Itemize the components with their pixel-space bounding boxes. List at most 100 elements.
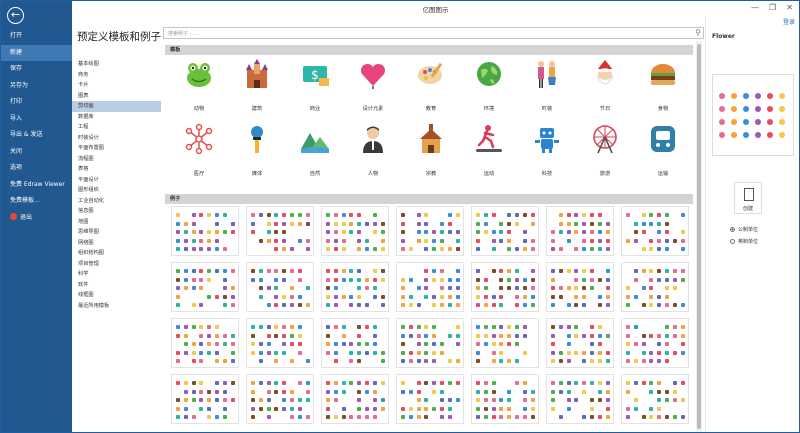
sidebar-item[interactable]: 关闭 — [1, 144, 72, 161]
sidebar-item[interactable]: 选项 — [1, 160, 72, 177]
imperial-unit-radio[interactable]: 英制单位 — [730, 238, 758, 245]
example-thumbnail[interactable] — [246, 318, 314, 368]
template-tile[interactable]: 环境 — [460, 52, 518, 116]
clipart-thumb-icon — [183, 381, 188, 385]
example-thumbnail[interactable] — [396, 374, 464, 424]
sidebar-item[interactable]: 新建 — [1, 44, 72, 61]
example-thumbnail[interactable] — [171, 206, 239, 256]
template-tile[interactable]: 人物 — [344, 117, 402, 181]
flower-thumb-icon — [743, 93, 749, 99]
category-item[interactable]: 流程图 — [72, 154, 161, 165]
close-icon[interactable]: ✕ — [786, 3, 793, 13]
template-tile[interactable]: 食物 — [634, 52, 692, 116]
search-icon[interactable]: ⚲ — [695, 28, 701, 37]
category-item[interactable]: 时装设计 — [72, 133, 161, 144]
template-tile[interactable]: 设计元素 — [344, 52, 402, 116]
example-thumbnail[interactable] — [396, 262, 464, 312]
example-thumbnail[interactable] — [471, 206, 539, 256]
template-tile[interactable]: 节日 — [576, 52, 634, 116]
category-item[interactable]: 表格 — [72, 164, 161, 175]
example-thumbnail[interactable] — [396, 206, 464, 256]
minimize-icon[interactable]: — — [751, 3, 759, 13]
scrollbar[interactable] — [696, 41, 702, 432]
template-tile[interactable]: 自然 — [286, 117, 344, 181]
category-item[interactable]: 信息图 — [72, 206, 161, 217]
example-thumbnail[interactable] — [246, 262, 314, 312]
example-thumbnail[interactable] — [246, 206, 314, 256]
example-thumbnail[interactable] — [171, 262, 239, 312]
category-item[interactable]: 剪切画 — [72, 101, 161, 112]
template-tile[interactable]: 运输 — [634, 117, 692, 181]
example-thumbnail[interactable] — [396, 318, 464, 368]
example-thumbnail[interactable] — [171, 374, 239, 424]
category-item[interactable]: 软件 — [72, 280, 161, 291]
template-tile[interactable]: 教育 — [402, 52, 460, 116]
template-tile[interactable]: 建筑 — [228, 52, 286, 116]
example-thumbnail[interactable] — [471, 318, 539, 368]
example-thumbnail[interactable] — [546, 262, 614, 312]
category-item[interactable]: 组织结构图 — [72, 248, 161, 259]
example-thumbnail[interactable] — [621, 374, 689, 424]
example-thumbnail[interactable] — [321, 206, 389, 256]
category-item[interactable]: 项目管理 — [72, 259, 161, 270]
template-tile[interactable]: 宗教 — [402, 117, 460, 181]
template-tile[interactable]: 科技 — [518, 117, 576, 181]
category-item[interactable]: 思维导图 — [72, 227, 161, 238]
category-item[interactable]: 数据库 — [72, 112, 161, 123]
category-item[interactable]: 基本绘图 — [72, 59, 161, 70]
example-thumbnail[interactable] — [621, 318, 689, 368]
category-item[interactable]: 商务 — [72, 70, 161, 81]
sidebar-item[interactable]: 退出 — [1, 210, 72, 227]
category-item[interactable]: 工程 — [72, 122, 161, 133]
example-thumbnail[interactable] — [546, 374, 614, 424]
category-item[interactable]: 平面设计 — [72, 175, 161, 186]
sidebar-item[interactable]: 保存 — [1, 61, 72, 78]
example-thumbnail[interactable] — [621, 206, 689, 256]
example-thumbnail[interactable] — [321, 374, 389, 424]
create-button[interactable]: 创建 — [734, 182, 762, 214]
category-item[interactable]: 线框图 — [72, 290, 161, 301]
example-thumbnail[interactable] — [471, 374, 539, 424]
template-tile[interactable]: 医疗 — [170, 117, 228, 181]
category-item[interactable]: 平面布置图 — [72, 143, 161, 154]
template-tile[interactable]: 旅游 — [576, 117, 634, 181]
metric-unit-radio[interactable]: 公制单位 — [730, 226, 758, 233]
clipart-thumb-icon — [341, 247, 346, 251]
clipart-thumb-icon — [372, 277, 377, 282]
template-tile[interactable]: $ 商业 — [286, 52, 344, 116]
category-item[interactable]: 工业自动化 — [72, 196, 161, 207]
clipart-thumb-icon — [176, 333, 180, 338]
sidebar-item[interactable]: 导出 & 发送 — [1, 127, 72, 144]
back-arrow-icon[interactable]: ← — [7, 7, 24, 24]
sidebar-item[interactable]: 免费 Edraw Viewer — [1, 177, 72, 194]
category-item[interactable]: 科学 — [72, 269, 161, 280]
template-tile[interactable]: 运动 — [460, 117, 518, 181]
example-thumbnail[interactable] — [546, 206, 614, 256]
example-thumbnail[interactable] — [546, 318, 614, 368]
clipart-thumb-icon — [597, 277, 602, 282]
category-item[interactable]: 网络图 — [72, 238, 161, 249]
template-tile[interactable]: 时装 — [518, 52, 576, 116]
sidebar-item[interactable]: 导入 — [1, 111, 72, 128]
example-thumbnail[interactable] — [321, 262, 389, 312]
template-tile[interactable]: 动物 — [170, 52, 228, 116]
sidebar-item[interactable]: 打开 — [1, 28, 72, 45]
maximize-icon[interactable]: ❐ — [769, 3, 776, 13]
search-box[interactable]: 搜索例子 . . . ⚲ — [163, 27, 704, 39]
sidebar-item[interactable]: 另存为 — [1, 78, 72, 95]
template-tile[interactable]: 媒体 — [228, 117, 286, 181]
category-item[interactable]: 图形组织 — [72, 185, 161, 196]
sidebar-item[interactable]: 打印 — [1, 94, 72, 111]
category-item[interactable]: 地图 — [72, 217, 161, 228]
example-thumbnail[interactable] — [321, 318, 389, 368]
category-item[interactable]: 图表 — [72, 91, 161, 102]
scrollbar-thumb[interactable] — [697, 44, 701, 429]
category-item[interactable]: 最近所用模板 — [72, 301, 161, 312]
clipart-thumb-icon — [207, 389, 212, 394]
sidebar-item[interactable]: 免费模板... — [1, 193, 72, 210]
example-thumbnail[interactable] — [171, 318, 239, 368]
example-thumbnail[interactable] — [621, 262, 689, 312]
category-item[interactable]: 卡片 — [72, 80, 161, 91]
example-thumbnail[interactable] — [246, 374, 314, 424]
example-thumbnail[interactable] — [471, 262, 539, 312]
